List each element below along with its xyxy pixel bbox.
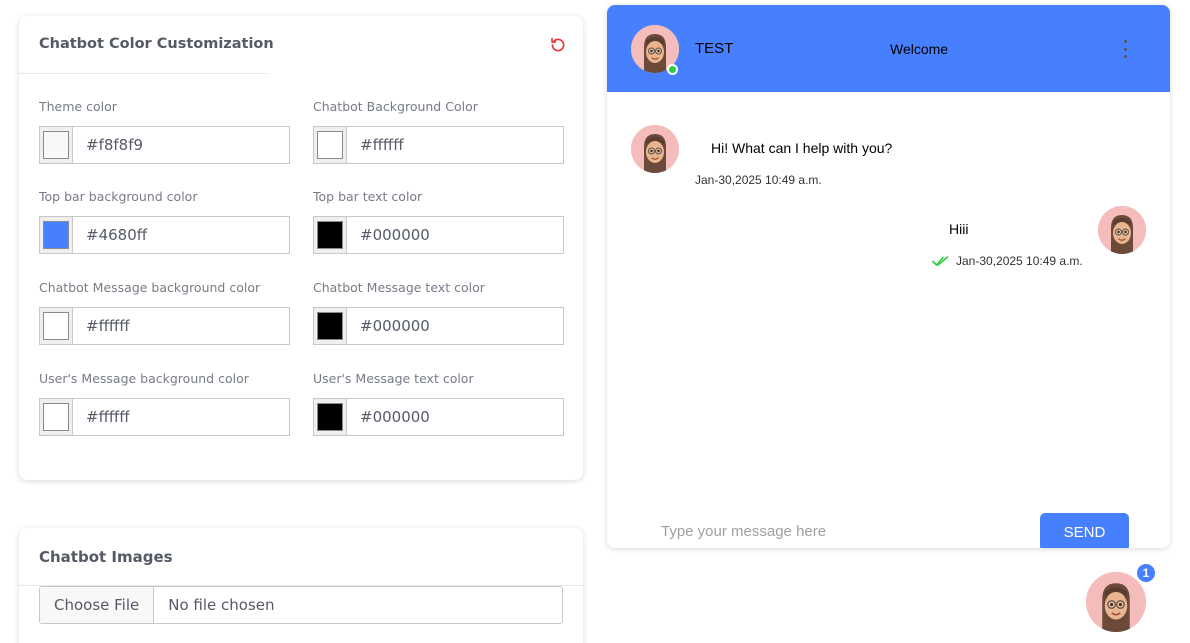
chat-top-bar: TEST Welcome [607, 5, 1170, 92]
bot-name: TEST [695, 40, 734, 57]
color-input[interactable]: #000000 [313, 398, 564, 436]
chatbot-message-text-color-field: Chatbot Message text color #000000 [313, 280, 564, 345]
file-input[interactable]: Choose File No file chosen [39, 586, 563, 624]
color-picker[interactable] [313, 398, 347, 436]
hex-value[interactable]: #ffffff [86, 408, 130, 426]
hex-value[interactable]: #ffffff [360, 136, 404, 154]
color-swatch [43, 403, 69, 431]
field-label: Chatbot Background Color [313, 99, 478, 114]
chat-launcher-button[interactable] [1086, 572, 1146, 632]
user-message-background-color-field: User's Message background color #ffffff [39, 371, 290, 436]
user-message-text: Hiii [949, 221, 969, 237]
online-status-dot [667, 64, 678, 75]
title-divider [19, 73, 267, 74]
field-label: User's Message text color [313, 371, 474, 386]
top-bar-text-color-field: Top bar text color #000000 [313, 189, 564, 254]
color-swatch [317, 221, 343, 249]
field-label: Chatbot Message text color [313, 280, 485, 295]
hex-value[interactable]: #000000 [360, 408, 430, 426]
hex-value[interactable]: #ffffff [86, 317, 130, 335]
color-swatch [317, 131, 343, 159]
more-vertical-icon[interactable] [1120, 40, 1130, 58]
color-picker[interactable] [313, 126, 347, 164]
hex-value[interactable]: #000000 [360, 317, 430, 335]
color-swatch [43, 221, 69, 249]
color-input[interactable]: #ffffff [39, 398, 290, 436]
user-message-text-color-field: User's Message text color #000000 [313, 371, 564, 436]
color-swatch [43, 131, 69, 159]
send-button[interactable]: SEND [1040, 513, 1129, 548]
hex-value[interactable]: #000000 [360, 226, 430, 244]
user-message-time: Jan-30,2025 10:49 a.m. [956, 254, 1083, 268]
bot-message-text: Hi! What can I help with you? [711, 140, 893, 156]
avatar-face-icon [631, 125, 679, 173]
color-picker[interactable] [39, 216, 73, 254]
bot-message-time: Jan-30,2025 10:49 a.m. [695, 173, 822, 187]
color-input[interactable]: #ffffff [39, 307, 290, 345]
color-picker[interactable] [313, 216, 347, 254]
reset-icon[interactable] [549, 36, 567, 54]
color-swatch [43, 312, 69, 340]
color-picker[interactable] [39, 126, 73, 164]
field-label: Top bar background color [39, 189, 198, 204]
user-message-avatar [1098, 206, 1146, 254]
color-picker[interactable] [39, 398, 73, 436]
color-input[interactable]: #f8f8f9 [39, 126, 290, 164]
avatar-face-icon [1098, 206, 1146, 254]
choose-file-button[interactable]: Choose File [40, 587, 155, 623]
color-input[interactable]: #000000 [313, 307, 564, 345]
color-picker[interactable] [39, 307, 73, 345]
color-input[interactable]: #4680ff [39, 216, 290, 254]
field-label: User's Message background color [39, 371, 249, 386]
color-swatch [317, 312, 343, 340]
color-picker[interactable] [313, 307, 347, 345]
color-input[interactable]: #ffffff [313, 126, 564, 164]
field-label: Chatbot Message background color [39, 280, 261, 295]
bot-message-avatar [631, 125, 679, 173]
double-check-icon [932, 256, 949, 266]
images-card-title: Chatbot Images [39, 548, 173, 566]
message-input[interactable] [661, 520, 1021, 542]
welcome-text: Welcome [890, 41, 949, 57]
field-label: Top bar text color [313, 189, 423, 204]
hex-value[interactable]: #4680ff [86, 226, 147, 244]
field-label: Theme color [39, 99, 117, 114]
file-status: No file chosen [168, 596, 275, 614]
color-input[interactable]: #000000 [313, 216, 564, 254]
color-customization-card: Chatbot Color Customization Theme color … [19, 16, 583, 480]
chatbot-background-color-field: Chatbot Background Color #ffffff [313, 99, 564, 164]
color-card-title: Chatbot Color Customization [39, 36, 274, 52]
color-swatch [317, 403, 343, 431]
notification-badge: 1 [1135, 562, 1157, 584]
theme-color-field: Theme color #f8f8f9 [39, 99, 290, 164]
chatbot-images-card: Chatbot Images Choose File No file chose… [19, 528, 583, 643]
avatar-face-icon [1086, 572, 1146, 632]
chat-preview-window: TEST Welcome Hi! What can I help with yo… [607, 5, 1170, 548]
chatbot-message-background-color-field: Chatbot Message background color #ffffff [39, 280, 290, 345]
hex-value[interactable]: #f8f8f9 [86, 136, 143, 154]
top-bar-background-color-field: Top bar background color #4680ff [39, 189, 290, 254]
